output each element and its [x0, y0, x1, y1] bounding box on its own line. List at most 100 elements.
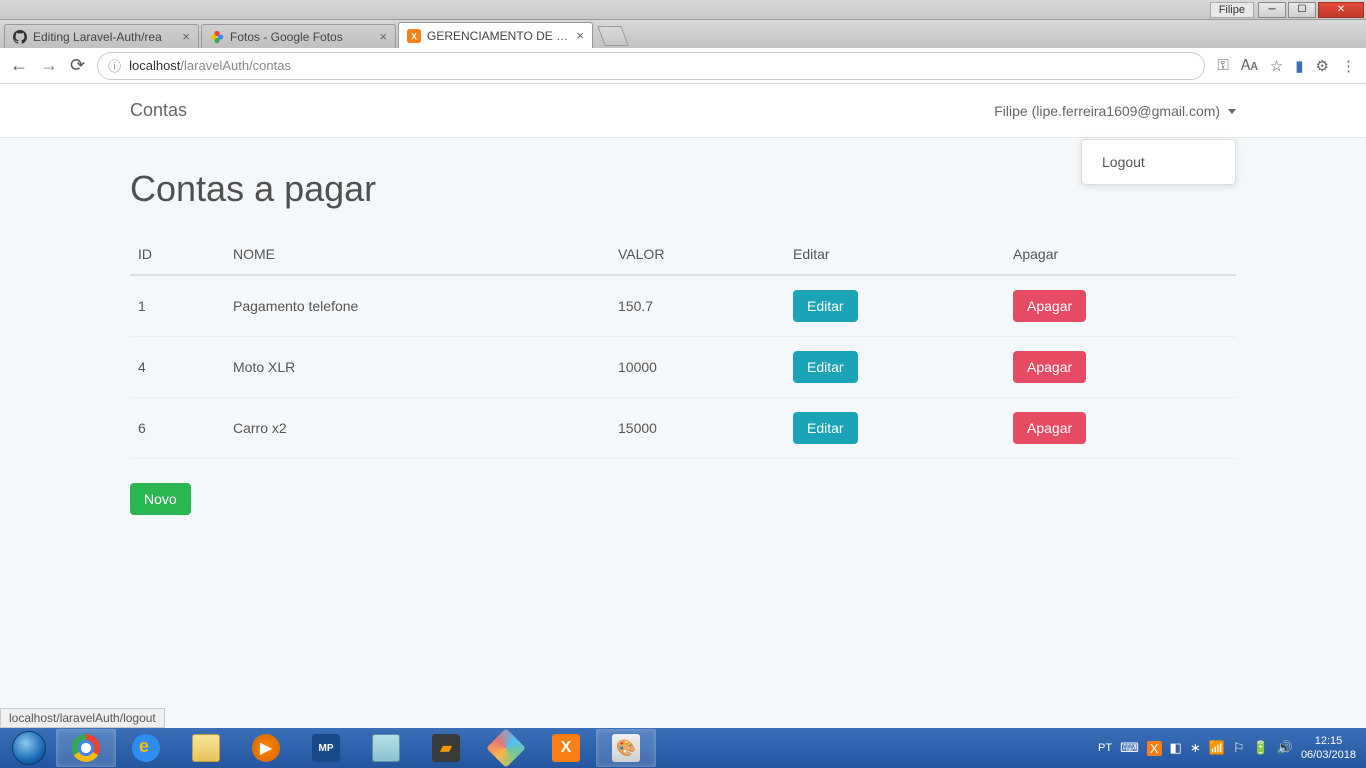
cell-nome: Carro x2 [225, 398, 610, 459]
cell-nome: Moto XLR [225, 337, 610, 398]
taskbar-notepad[interactable] [356, 729, 416, 767]
browser-toolbar: ← → ⟳ ⓘ localhost /laravelAuth/contas ⚿ … [0, 48, 1366, 84]
taskbar-wmp[interactable]: ▶ [236, 729, 296, 767]
page-title: Contas a pagar [130, 168, 1236, 210]
taskbar-ie[interactable]: e [116, 729, 176, 767]
brand[interactable]: Contas [130, 100, 187, 121]
main-container: Contas a pagar ID NOME VALOR Editar Apag… [0, 138, 1366, 545]
app-navbar: Contas Filipe (lipe.ferreira1609@gmail.c… [0, 84, 1366, 138]
wifi-icon[interactable]: 📶 [1209, 740, 1225, 756]
col-header-valor: VALOR [610, 234, 785, 275]
system-tray: PT ⌨ X ◧ ∗ 📶 ⚐ 🔋 🔊 12:15 06/03/2018 [1098, 734, 1364, 763]
taskbar-explorer[interactable] [176, 729, 236, 767]
contas-table: ID NOME VALOR Editar Apagar 1 Pagamento … [130, 234, 1236, 459]
date: 06/03/2018 [1301, 748, 1356, 762]
address-bar[interactable]: ⓘ localhost /laravelAuth/contas [97, 52, 1205, 80]
xampp-icon: X [552, 734, 580, 762]
paint-icon: 🎨 [612, 734, 640, 762]
tab-title: GERENCIAMENTO DE CO [427, 29, 570, 43]
user-name: Filipe (lipe.ferreira1609@gmail.com) [994, 103, 1220, 119]
mp-icon: MP [312, 734, 340, 762]
page-content: Contas Filipe (lipe.ferreira1609@gmail.c… [0, 84, 1366, 728]
col-header-apagar: Apagar [1005, 234, 1236, 275]
maximize-button[interactable]: ☐ [1288, 2, 1316, 18]
bluetooth-icon[interactable]: ∗ [1190, 740, 1201, 756]
tray-icon[interactable]: ◧ [1170, 740, 1182, 756]
start-button[interactable] [2, 729, 56, 767]
close-button[interactable]: ✕ [1318, 2, 1364, 18]
cell-valor: 15000 [610, 398, 785, 459]
col-header-id: ID [130, 234, 225, 275]
windows-taskbar: e ▶ MP ▰ X 🎨 PT ⌨ X ◧ ∗ 📶 ⚐ 🔋 🔊 12:15 06… [0, 728, 1366, 768]
minimize-button[interactable]: ─ [1258, 2, 1286, 18]
bookmark-icon[interactable]: ☆ [1270, 57, 1283, 75]
editar-button[interactable]: Editar [793, 290, 858, 322]
browser-tabs: Editing Laravel-Auth/rea × Fotos - Googl… [0, 20, 1366, 48]
lang-indicator[interactable]: PT [1098, 742, 1112, 754]
github-icon [13, 30, 27, 44]
editar-button[interactable]: Editar [793, 412, 858, 444]
logout-link[interactable]: Logout [1082, 148, 1235, 176]
xampp-tray-icon[interactable]: X [1147, 741, 1162, 756]
caret-icon [1228, 109, 1236, 114]
novo-button[interactable]: Novo [130, 483, 191, 515]
table-row: 6 Carro x2 15000 Editar Apagar [130, 398, 1236, 459]
taskbar-chrome[interactable] [56, 729, 116, 767]
ie-icon: e [132, 734, 160, 762]
apagar-button[interactable]: Apagar [1013, 290, 1086, 322]
diamond-icon [486, 728, 526, 768]
google-photos-icon [210, 30, 224, 44]
clock[interactable]: 12:15 06/03/2018 [1301, 734, 1356, 763]
windows-user: Filipe [1210, 2, 1254, 18]
windows-titlebar: Filipe ─ ☐ ✕ [0, 0, 1366, 20]
sublime-icon: ▰ [432, 734, 460, 762]
taskbar-paint[interactable]: 🎨 [596, 729, 656, 767]
tab-close-icon[interactable]: × [182, 29, 190, 44]
taskbar-xampp[interactable]: X [536, 729, 596, 767]
notepad-icon [372, 734, 400, 762]
battery-icon[interactable]: 🔋 [1253, 740, 1269, 756]
user-dropdown: Logout [1081, 139, 1236, 185]
tab-photos[interactable]: Fotos - Google Fotos × [201, 24, 396, 48]
menu-icon[interactable]: ⋮ [1341, 57, 1356, 75]
svg-text:X: X [411, 31, 417, 41]
flag-icon[interactable]: ⚐ [1233, 740, 1245, 756]
cell-id: 1 [130, 275, 225, 337]
chrome-icon [72, 734, 100, 762]
cell-valor: 10000 [610, 337, 785, 398]
taskbar-sublime[interactable]: ▰ [416, 729, 476, 767]
editar-button[interactable]: Editar [793, 351, 858, 383]
taskbar-mp[interactable]: MP [296, 729, 356, 767]
key-icon[interactable]: ⚿ [1217, 57, 1228, 74]
settings-icon[interactable]: ⚙ [1316, 57, 1329, 75]
tab-gerenciamento[interactable]: X GERENCIAMENTO DE CO × [398, 22, 593, 48]
tab-title: Fotos - Google Fotos [230, 30, 373, 44]
cell-id: 4 [130, 337, 225, 398]
folder-icon [192, 734, 220, 762]
new-tab-button[interactable] [597, 26, 628, 46]
col-header-nome: NOME [225, 234, 610, 275]
tab-github[interactable]: Editing Laravel-Auth/rea × [4, 24, 199, 48]
tab-close-icon[interactable]: × [379, 29, 387, 44]
col-header-editar: Editar [785, 234, 1005, 275]
url-host: localhost [129, 58, 180, 73]
user-menu[interactable]: Filipe (lipe.ferreira1609@gmail.com) Log… [994, 103, 1236, 119]
xampp-icon: X [407, 29, 421, 43]
back-button[interactable]: ← [10, 55, 28, 76]
volume-icon[interactable]: 🔊 [1277, 740, 1293, 756]
forward-button[interactable]: → [40, 55, 58, 76]
cell-id: 6 [130, 398, 225, 459]
info-icon[interactable]: ⓘ [108, 56, 121, 75]
tab-close-icon[interactable]: × [576, 28, 584, 43]
reload-button[interactable]: ⟳ [70, 55, 85, 76]
taskbar-app1[interactable] [476, 729, 536, 767]
translate-icon[interactable]: 🗛 [1241, 57, 1258, 74]
extension-icon[interactable]: ▮ [1295, 57, 1303, 75]
apagar-button[interactable]: Apagar [1013, 351, 1086, 383]
url-path: /laravelAuth/contas [180, 58, 291, 73]
keyboard-icon[interactable]: ⌨ [1120, 740, 1139, 756]
table-row: 4 Moto XLR 10000 Editar Apagar [130, 337, 1236, 398]
status-bar: localhost/laravelAuth/logout [0, 708, 165, 728]
apagar-button[interactable]: Apagar [1013, 412, 1086, 444]
time: 12:15 [1301, 734, 1356, 748]
